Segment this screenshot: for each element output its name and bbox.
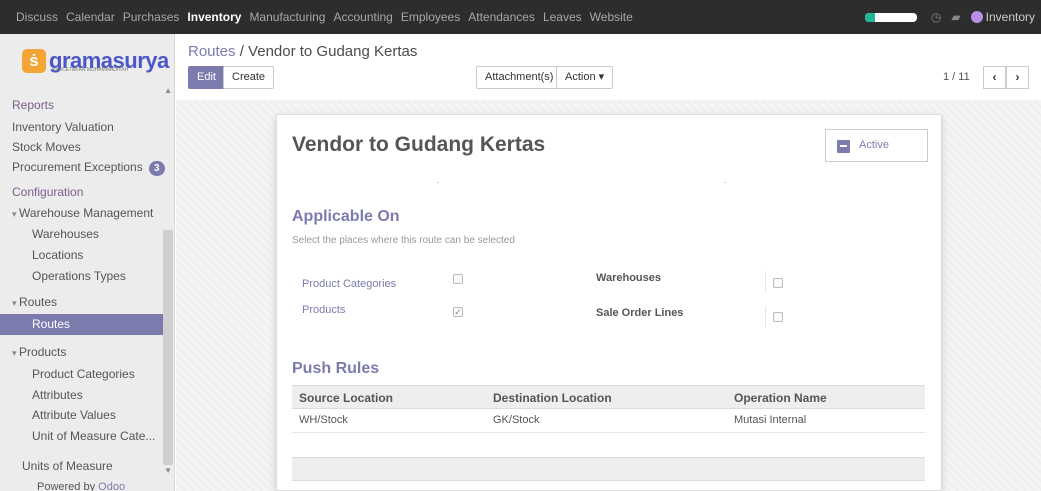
product-categories-label: Product Categories — [302, 278, 397, 290]
record-title: Vendor to Gudang Kertas — [292, 133, 546, 156]
sidebar-group-products[interactable]: ▾ Products — [12, 345, 174, 359]
sale-order-lines-checkbox[interactable] — [773, 312, 783, 322]
sidebar-item-label: Products — [19, 345, 67, 359]
column-source-location[interactable]: Source Location — [299, 391, 393, 405]
push-rules-title: Push Rules — [292, 360, 380, 377]
section-reports: Reports — [12, 98, 55, 112]
powered-by-text: Powered by — [37, 481, 96, 491]
warehouses-label: Warehouses — [596, 272, 662, 284]
sidebar-group-routes[interactable]: ▾ Routes — [12, 295, 174, 309]
sidebar-item-warehouses[interactable]: Warehouses — [32, 227, 174, 241]
sidebar-item-attributes[interactable]: Attributes — [32, 388, 174, 402]
menu-manufacturing[interactable]: Manufacturing — [249, 10, 325, 24]
pager-next-icon[interactable]: › — [1006, 66, 1029, 89]
menu-inventory[interactable]: Inventory — [187, 10, 241, 24]
active-label: Active — [859, 139, 889, 151]
user-menu[interactable]: Inventory — [986, 10, 1035, 24]
table-footer — [292, 457, 925, 481]
active-toggle-button[interactable]: Active — [825, 129, 928, 162]
top-navbar: Discuss Calendar Purchases Inventory Man… — [0, 0, 1041, 34]
clock-icon[interactable]: ◷ — [931, 10, 941, 24]
chat-icon[interactable]: ▰ — [951, 10, 960, 24]
breadcrumb-separator: / — [235, 43, 249, 60]
section-configuration: Configuration — [12, 185, 84, 199]
menu-purchases[interactable]: Purchases — [123, 10, 180, 24]
odoo-link[interactable]: Odoo — [98, 481, 125, 491]
scroll-up-arrow-icon[interactable]: ▲ — [164, 86, 172, 95]
field-separator — [765, 306, 766, 328]
menu-leaves[interactable]: Leaves — [543, 10, 582, 24]
sidebar-item-attribute-values[interactable]: Attribute Values — [32, 408, 174, 422]
applicable-on-hint: Select the places where this route can b… — [292, 235, 515, 246]
sidebar-item-operations-types[interactable]: Operations Types — [32, 269, 174, 283]
sidebar-item-inventory-valuation[interactable]: Inventory Valuation — [12, 120, 174, 134]
count-badge: 3 — [148, 161, 165, 176]
sidebar-item-label: Warehouse Management — [19, 206, 154, 220]
sidebar-item-units-of-measure[interactable]: Units of Measure — [22, 459, 174, 473]
cell-source-location: WH/Stock — [299, 414, 348, 426]
menu-attendances[interactable]: Attendances — [468, 10, 535, 24]
onboarding-progress-bar[interactable] — [864, 12, 917, 22]
applicable-on-title: Applicable On — [292, 208, 400, 225]
column-destination-location[interactable]: Destination Location — [493, 391, 612, 405]
sidebar-group-warehouse-management[interactable]: ▾ Warehouse Management — [12, 206, 174, 220]
pager-previous-icon[interactable]: ‹ — [983, 66, 1006, 89]
menu-website[interactable]: Website — [590, 10, 633, 24]
cell-operation-name: Mutasi Internal — [734, 414, 807, 426]
sidebar: ṡ gramasurya PERCETAKAN MUHAMMADIYAH ▲ ▼… — [0, 34, 175, 491]
menu-discuss[interactable]: Discuss — [16, 10, 58, 24]
products-checkbox[interactable]: ✓ — [453, 307, 463, 317]
column-operation-name[interactable]: Operation Name — [734, 391, 827, 405]
warehouses-checkbox[interactable] — [773, 278, 783, 288]
divider-dot — [437, 182, 439, 183]
action-dropdown[interactable]: Action ▾ — [556, 66, 614, 89]
field-separator — [765, 271, 766, 293]
logo-mark-icon: ṡ — [22, 49, 46, 73]
sidebar-item-routes[interactable]: Routes — [0, 314, 163, 335]
sidebar-item-product-categories[interactable]: Product Categories — [32, 367, 174, 381]
edit-button[interactable]: Edit — [188, 66, 225, 89]
logo-subtitle: PERCETAKAN MUHAMMADIYAH — [52, 67, 129, 73]
pager-value[interactable]: 1 / 11 — [943, 66, 970, 89]
app-menu: Discuss Calendar Purchases Inventory Man… — [0, 0, 641, 34]
products-label: Products — [302, 304, 346, 316]
product-categories-checkbox[interactable] — [453, 274, 463, 284]
avatar[interactable] — [970, 11, 983, 23]
sale-order-lines-label: Sale Order Lines — [596, 307, 684, 319]
menu-calendar[interactable]: Calendar — [66, 10, 115, 24]
sidebar-item-locations[interactable]: Locations — [32, 248, 174, 262]
sidebar-item-procurement-exceptions[interactable]: Procurement Exceptions 3 — [12, 160, 174, 176]
form-sheet: Vendor to Gudang Kertas Active Applicabl… — [276, 114, 942, 491]
collapse-arrow-icon: ▾ — [12, 209, 20, 219]
sidebar-item-label: Routes — [19, 295, 58, 309]
table-row[interactable]: WH/Stock GK/Stock Mutasi Internal — [292, 409, 925, 433]
menu-accounting[interactable]: Accounting — [333, 10, 392, 24]
breadcrumb-current: Vendor to Gudang Kertas — [248, 43, 418, 60]
sidebar-item-uom-categories[interactable]: Unit of Measure Cate... — [32, 429, 174, 443]
cell-destination-location: GK/Stock — [493, 414, 540, 426]
divider-dot — [724, 182, 726, 183]
archive-icon — [837, 140, 850, 153]
push-rules-table-header: Source Location Destination Location Ope… — [292, 385, 925, 409]
collapse-arrow-icon: ▾ — [12, 298, 20, 308]
progress-fill — [864, 12, 876, 22]
breadcrumb-routes-link[interactable]: Routes — [188, 43, 236, 60]
create-button[interactable]: Create — [223, 66, 275, 89]
sidebar-item-label: Procurement Exceptions — [12, 160, 143, 174]
breadcrumb: Routes / Vendor to Gudang Kertas — [188, 43, 417, 60]
menu-employees[interactable]: Employees — [401, 10, 460, 24]
collapse-arrow-icon: ▾ — [12, 348, 20, 358]
systray: ◷ ▰ Inventory — [864, 0, 1035, 34]
sidebar-item-stock-moves[interactable]: Stock Moves — [12, 140, 174, 154]
powered-by: Powered by Odoo — [37, 481, 174, 491]
